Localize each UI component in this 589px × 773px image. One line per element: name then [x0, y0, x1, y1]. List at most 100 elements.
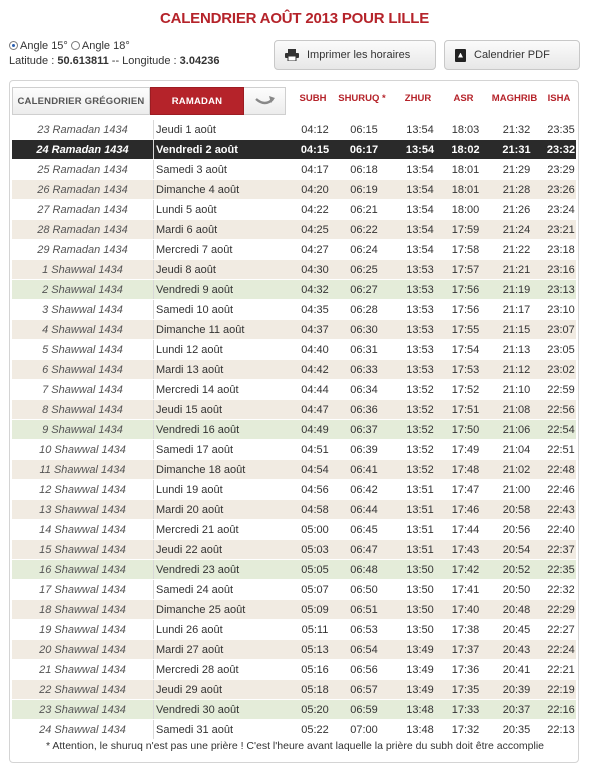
hijri-date: 19 Shawwal 1434 [39, 623, 126, 636]
angle-15-radio-icon[interactable] [9, 41, 18, 50]
angle-18-radio-icon[interactable] [70, 41, 80, 50]
shuruq-time: 06:54 [350, 643, 378, 656]
asr-time: 17:43 [451, 543, 480, 556]
table-row[interactable]: 15 Shawwal 1434 Jeudi 22 août 05:03 06:47 13… [12, 539, 576, 559]
zhur-time: 13:51 [406, 503, 434, 516]
hijri-date: 11 Shawwal 1434 [39, 463, 126, 476]
table-row[interactable]: 7 Shawwal 1434 Mercredi 14 août 04:44 06:34… [12, 379, 576, 399]
pdf-icon [455, 48, 466, 62]
hijri-date: 21 Shawwal 1434 [39, 663, 126, 676]
table-row[interactable]: 8 Shawwal 1434 Jeudi 15 août 04:47 06:36 13:… [12, 399, 576, 419]
maghrib-time: 21:17 [502, 303, 531, 316]
table-row[interactable]: 13 Shawwal 1434 Mardi 20 août 04:58 06:44 13… [12, 499, 576, 519]
angle-18-label[interactable]: Angle 18° [82, 40, 130, 52]
asr-time: 17:41 [451, 583, 480, 596]
table-row[interactable]: 9 Shawwal 1434 Vendredi 16 août 04:49 06:37… [12, 419, 576, 439]
table-row[interactable]: 14 Shawwal 1434 Mercredi 21 août 05:00 06:4… [12, 519, 576, 539]
angle-15-label[interactable]: Angle 15° [20, 40, 68, 52]
zhur-time: 13:53 [406, 343, 434, 356]
table-row[interactable]: 5 Shawwal 1434 Lundi 12 août 04:40 06:31 13:… [12, 339, 576, 359]
table-row[interactable]: 19 Shawwal 1434 Lundi 26 août 05:11 06:53 13… [12, 619, 576, 639]
hijri-date: 9 Shawwal 1434 [42, 423, 123, 436]
asr-time: 17:51 [451, 403, 480, 416]
isha-time: 22:32 [547, 583, 575, 596]
isha-time: 23:32 [546, 143, 576, 156]
subh-time: 05:09 [301, 603, 329, 616]
switch-calendar-button[interactable] [244, 87, 286, 115]
gregorian-date: Dimanche 4 août [153, 180, 298, 199]
table-row[interactable]: 23 Shawwal 1434 Vendredi 30 août 05:20 06:5… [12, 699, 576, 719]
table-row[interactable]: 16 Shawwal 1434 Vendredi 23 août 05:05 06:4… [12, 559, 576, 579]
asr-time: 17:40 [451, 603, 480, 616]
longitude-label: Longitude : [122, 55, 177, 67]
tab-ramadan[interactable]: RAMADAN [150, 87, 244, 115]
print-schedule-button[interactable]: Imprimer les horaires [274, 40, 436, 70]
table-row[interactable]: 17 Shawwal 1434 Samedi 24 août 05:07 06:50 1… [12, 579, 576, 599]
table-row[interactable]: 20 Shawwal 1434 Mardi 27 août 05:13 06:54 13… [12, 639, 576, 659]
hijri-date: 16 Shawwal 1434 [39, 563, 126, 576]
asr-time: 17:53 [451, 363, 480, 376]
latitude-label: Latitude : [9, 55, 55, 67]
shuruq-footnote: * Attention, le shuruq n'est pas une pri… [45, 740, 545, 752]
maghrib-time: 21:22 [502, 243, 531, 256]
gregorian-date: Lundi 12 août [153, 340, 298, 359]
asr-time: 17:33 [451, 703, 480, 716]
gregorian-date: Jeudi 29 août [153, 680, 298, 699]
subh-time: 05:03 [301, 543, 329, 556]
table-row[interactable]: 12 Shawwal 1434 Lundi 19 août 04:56 06:42 13… [12, 479, 576, 499]
table-row[interactable]: 21 Shawwal 1434 Mercredi 28 août 05:16 06:5… [12, 659, 576, 679]
isha-time: 22:37 [547, 543, 575, 556]
table-row[interactable]: 24 Shawwal 1434 Samedi 31 août 05:22 07:00 1… [12, 719, 576, 739]
maghrib-time: 20:54 [502, 543, 531, 556]
isha-time: 22:54 [547, 423, 575, 436]
table-row[interactable]: 18 Shawwal 1434 Dimanche 25 août 05:09 06:5… [12, 599, 576, 619]
table-row[interactable]: 6 Shawwal 1434 Mardi 13 août 04:42 06:33 13:… [12, 359, 576, 379]
table-row[interactable]: 10 Shawwal 1434 Samedi 17 août 04:51 06:39 1… [12, 439, 576, 459]
maghrib-time: 20:35 [502, 723, 531, 736]
maghrib-time: 21:10 [502, 383, 531, 396]
gregorian-date: Samedi 17 août [153, 440, 298, 459]
table-row[interactable]: 22 Shawwal 1434 Jeudi 29 août 05:18 06:57 13… [12, 679, 576, 699]
gregorian-date: Dimanche 18 août [153, 460, 298, 479]
zhur-time: 13:53 [406, 263, 434, 276]
asr-time: 17:54 [451, 343, 480, 356]
shuruq-time: 06:31 [350, 343, 378, 356]
header-maghrib: MAGHRIB [491, 93, 538, 104]
shuruq-time: 06:53 [350, 623, 378, 636]
isha-time: 22:56 [547, 403, 575, 416]
table-row[interactable]: 4 Shawwal 1434 Dimanche 11 août 04:37 06:30… [12, 319, 576, 339]
subh-time: 05:11 [301, 623, 329, 636]
calendar-table: 23 Ramadan 1434 Jeudi 1 août 04:12 06:15 13:… [12, 119, 576, 739]
table-row[interactable]: 23 Ramadan 1434 Jeudi 1 août 04:12 06:15 13:… [12, 119, 576, 139]
table-row[interactable]: 28 Ramadan 1434 Mardi 6 août 04:25 06:22 13:… [12, 219, 576, 239]
maghrib-time: 21:32 [502, 123, 531, 136]
zhur-time: 13:54 [406, 163, 434, 176]
tab-gregorian[interactable]: CALENDRIER GRÉGORIEN [12, 87, 150, 115]
table-row[interactable]: 29 Ramadan 1434 Mercredi 7 août 04:27 06:24… [12, 239, 576, 259]
asr-time: 17:44 [451, 523, 480, 536]
table-row[interactable]: 2 Shawwal 1434 Vendredi 9 août 04:32 06:27 1… [12, 279, 576, 299]
pdf-calendar-button[interactable]: Calendrier PDF [444, 40, 580, 70]
shuruq-time: 06:18 [350, 163, 378, 176]
hijri-date: 26 Ramadan 1434 [37, 183, 128, 196]
coordinates: Latitude : 50.613811 -- Longitude : 3.04… [9, 55, 219, 67]
table-row[interactable]: 26 Ramadan 1434 Dimanche 4 août 04:20 06:19… [12, 179, 576, 199]
subh-time: 04:27 [301, 243, 329, 256]
gregorian-date: Jeudi 1 août [153, 120, 298, 139]
maghrib-time: 21:26 [502, 203, 531, 216]
maghrib-time: 20:50 [502, 583, 531, 596]
table-row[interactable]: 24 Ramadan 1434 Vendredi 2 août 04:15 06:17… [12, 139, 576, 159]
table-row[interactable]: 27 Ramadan 1434 Lundi 5 août 04:22 06:21 13:… [12, 199, 576, 219]
isha-time: 22:46 [547, 483, 575, 496]
hijri-date: 4 Shawwal 1434 [42, 323, 123, 336]
hijri-date: 20 Shawwal 1434 [39, 643, 126, 656]
table-row[interactable]: 1 Shawwal 1434 Jeudi 8 août 04:30 06:25 13:5… [12, 259, 576, 279]
table-row[interactable]: 11 Shawwal 1434 Dimanche 18 août 04:54 06:4… [12, 459, 576, 479]
gregorian-date: Mardi 13 août [153, 360, 298, 379]
table-row[interactable]: 3 Shawwal 1434 Samedi 10 août 04:35 06:28 13… [12, 299, 576, 319]
shuruq-time: 06:39 [350, 443, 378, 456]
subh-time: 04:30 [301, 263, 329, 276]
pdf-button-label: Calendrier PDF [474, 49, 550, 61]
table-row[interactable]: 25 Ramadan 1434 Samedi 3 août 04:17 06:18 13… [12, 159, 576, 179]
shuruq-time: 06:45 [350, 523, 378, 536]
